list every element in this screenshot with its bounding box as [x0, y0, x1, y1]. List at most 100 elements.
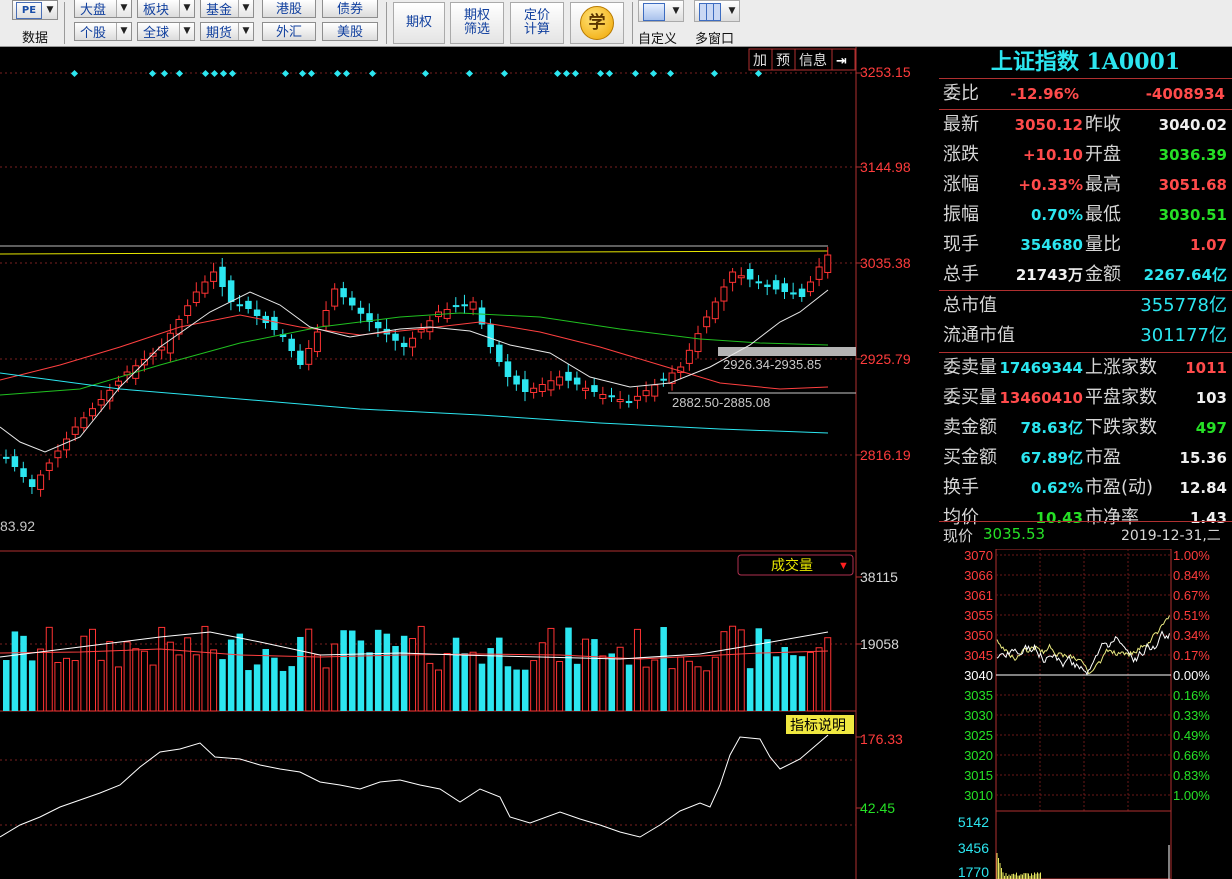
volume-bar [469, 651, 477, 712]
volume-bar [573, 663, 581, 711]
learn-button[interactable]: 学 [570, 2, 624, 44]
mini-pct-axis-label: 0.66% [1173, 748, 1210, 763]
chevron-down-icon: ▼ [46, 5, 54, 15]
intraday-avg-line [996, 615, 1170, 675]
candle-body [764, 284, 771, 287]
candle-body [496, 344, 503, 362]
q1-value: 3051.68 [1158, 176, 1227, 194]
candle-body [426, 320, 434, 333]
total-market-cap-value: 355778亿 [1140, 295, 1227, 316]
multi-window-button[interactable]: ▼ [694, 0, 740, 22]
candle-body [660, 378, 667, 381]
price-axis-label: 2816.19 [860, 447, 911, 463]
candle-body [573, 377, 581, 385]
volume-bar [720, 631, 728, 712]
intraday-volume [996, 845, 1170, 879]
custom-label[interactable]: 自定义 [638, 28, 677, 47]
pricing-calc-button[interactable]: 定价 计算 [510, 2, 564, 44]
indicator-axis-label: 42.45 [860, 800, 895, 816]
candle-body [20, 468, 27, 477]
tab-info[interactable]: 信息 [799, 52, 827, 68]
us-stock-button[interactable]: 美股 [322, 22, 378, 41]
candle-body [192, 291, 200, 303]
market-dropdown[interactable]: 大盘 ▼ [74, 0, 132, 18]
mini-pct-axis-label: 0.49% [1173, 728, 1210, 743]
q1-label: 振幅 [943, 204, 979, 225]
global-dropdown[interactable]: 全球 ▼ [137, 22, 195, 41]
volume-bar [443, 652, 451, 712]
learn-icon: 学 [580, 6, 614, 40]
tab-add[interactable]: 加 [753, 52, 767, 68]
intraday-chart[interactable]: 3070 1.00% 3066 0.84% 3061 0.67% 3055 0.51% 3050… [939, 549, 1232, 879]
options-button[interactable]: 期权 [393, 2, 445, 44]
indicator-help[interactable]: 指标说明 [790, 717, 846, 733]
candle-body [685, 349, 693, 364]
candle-body [71, 426, 79, 435]
volume-bar [798, 656, 806, 711]
q1-label: 量比 [1085, 234, 1121, 255]
volume-bar [694, 666, 702, 712]
fund-dropdown[interactable]: 基金 ▼ [200, 0, 254, 18]
candle-body [28, 479, 36, 487]
price-axis-label: 2925.79 [860, 351, 911, 367]
candle-body [89, 408, 96, 417]
price-axis-label: 3144.98 [860, 159, 911, 175]
volume-bar [616, 646, 624, 712]
chevron-down-icon: ▼ [728, 6, 736, 16]
stock-dropdown[interactable]: 个股 ▼ [74, 22, 132, 41]
q2-value: 13460410 [999, 389, 1084, 407]
sector-dropdown[interactable]: 板块 ▼ [137, 0, 195, 18]
data-label[interactable]: 数据 [22, 27, 48, 46]
collapse-right-icon[interactable]: ⇥ [836, 53, 847, 68]
candle-body [417, 329, 425, 333]
candle-body [651, 384, 659, 397]
forex-button[interactable]: 外汇 [262, 22, 316, 41]
custom-button[interactable]: ▼ [638, 0, 684, 22]
candle-body [806, 281, 814, 293]
volume-bar [37, 648, 45, 712]
bond-button[interactable]: 债券 [322, 0, 378, 18]
volume-bar [392, 646, 399, 711]
multi-window-label[interactable]: 多窗口 [695, 28, 734, 47]
fund-dropdown-label: 基金 [206, 3, 233, 18]
candle-body [452, 305, 460, 308]
volume-bar [565, 627, 572, 711]
volume-bar [461, 653, 468, 711]
intraday-price-line [996, 630, 1170, 676]
chevron-down-icon[interactable]: ▼ [838, 560, 849, 572]
candlesticks[interactable] [3, 246, 832, 497]
mini-pct-axis-label: 1.00% [1173, 788, 1210, 803]
candle-body [305, 348, 313, 365]
volume-bar [582, 638, 590, 712]
mini-price-label: 现价 [943, 527, 974, 545]
volume-bar [245, 670, 252, 711]
volume-bar [772, 656, 780, 711]
pe-icon: PE [16, 2, 42, 19]
mini-price-axis-label: 3061 [964, 588, 993, 603]
volume-panel[interactable]: 成交量 ▼ 38115 19058 [0, 554, 899, 712]
candle-body [461, 304, 468, 307]
candle-body [219, 266, 226, 287]
volume-bar [149, 664, 157, 712]
kline-panel[interactable]: 3253.15 3144.98 3035.38 2925.79 2816.19 … [0, 47, 911, 879]
candle-body [313, 331, 321, 353]
mini-pct-axis-label: 0.16% [1173, 688, 1210, 703]
q1-value: 3030.51 [1158, 206, 1227, 224]
candle-body [504, 361, 512, 377]
tab-forecast[interactable]: 预 [776, 52, 790, 68]
candle-body [790, 292, 797, 295]
volume-bar [158, 626, 166, 712]
mini-price-axis-label: 3015 [964, 768, 993, 783]
q2-value: 1011 [1185, 359, 1227, 377]
q2-label: 市盈 [1085, 447, 1121, 468]
candle-body [3, 456, 10, 459]
volume-bar [106, 641, 114, 712]
options-filter-button[interactable]: 期权 筛选 [450, 2, 504, 44]
hk-stock-button[interactable]: 港股 [262, 0, 316, 18]
pe-button[interactable]: PE ▼ [12, 0, 58, 20]
futures-dropdown[interactable]: 期货 ▼ [200, 22, 254, 41]
options-filter-line2: 筛选 [463, 22, 490, 37]
weibi-row: 委比 -12.96% -4008934 [939, 79, 1229, 109]
indicator-panel[interactable]: 指标说明 176.33 42.45 [0, 715, 903, 838]
volume-bar [815, 647, 823, 712]
